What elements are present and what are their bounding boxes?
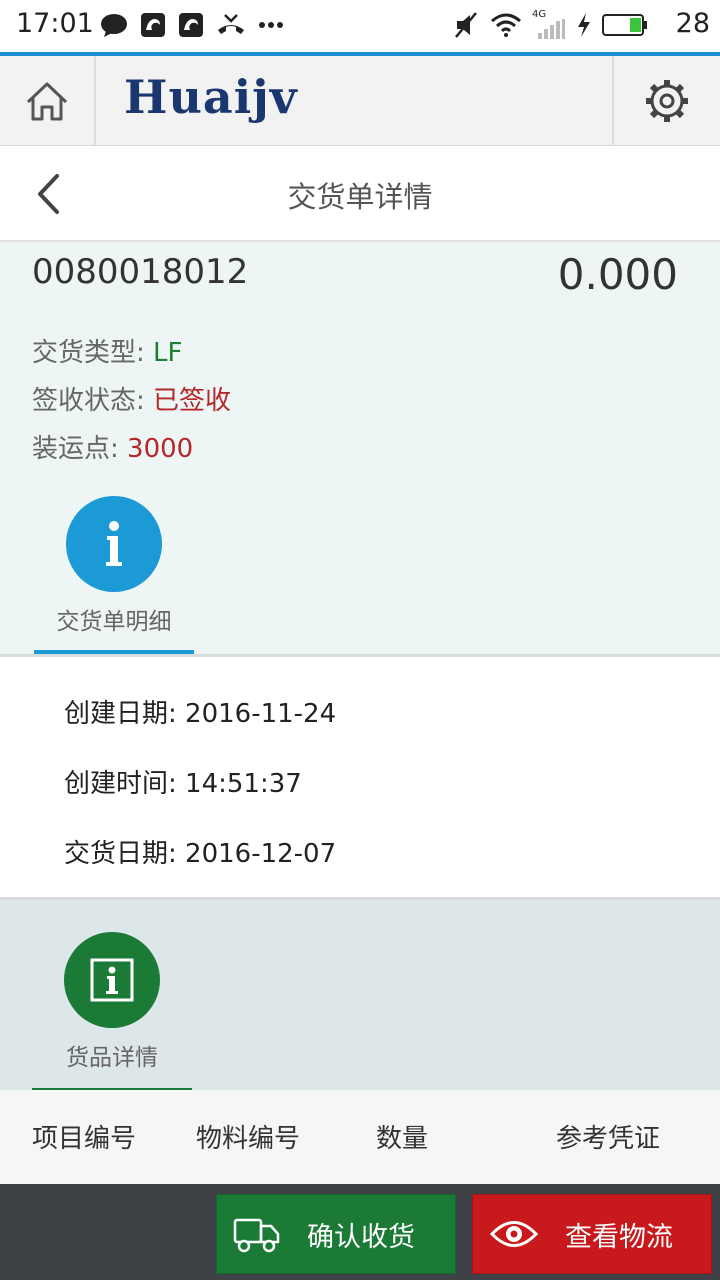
created-date-row: 创建日期: 2016-11-24 bbox=[64, 693, 336, 730]
sign-status-label: 签收状态: bbox=[32, 386, 145, 416]
status-time: 17:01 bbox=[16, 8, 94, 39]
sign-status-row: 签收状态: 已签收 bbox=[32, 380, 231, 417]
tab-goods-detail-circle bbox=[64, 932, 160, 1028]
app-logo: Huaijv bbox=[124, 70, 298, 124]
missed-call-icon bbox=[218, 14, 244, 34]
delivery-type-label: 交货类型: bbox=[32, 338, 145, 368]
created-time-label: 创建时间: bbox=[64, 769, 177, 799]
goods-section: 货品详情 bbox=[0, 900, 720, 1092]
goods-table-header: 项目编号 物料编号 数量 参考凭证 bbox=[0, 1090, 720, 1184]
chat-icon bbox=[101, 14, 127, 37]
action-bar: 确认收货 查看物流 bbox=[0, 1184, 720, 1280]
status-system-icons: 4G bbox=[454, 9, 648, 40]
delivery-number: 0080018012 bbox=[32, 252, 249, 292]
eye-icon bbox=[489, 1221, 539, 1247]
truck-icon bbox=[233, 1218, 280, 1253]
column-header: 数量 bbox=[376, 1124, 429, 1154]
view-logistics-button[interactable]: 查看物流 bbox=[472, 1194, 712, 1274]
delivery-date-row: 交货日期: 2016-12-07 bbox=[64, 833, 336, 870]
more-dots-icon bbox=[259, 22, 283, 28]
battery-percent: 28 bbox=[675, 8, 710, 39]
delivery-date-label: 交货日期: bbox=[64, 839, 177, 869]
signal-icon: 4G bbox=[532, 9, 566, 39]
delivery-type-value: LF bbox=[153, 338, 183, 368]
wifi-icon bbox=[491, 13, 521, 37]
column-header: 参考凭证 bbox=[556, 1124, 661, 1154]
settings-button[interactable] bbox=[612, 56, 720, 146]
shipping-point-row: 装运点: 3000 bbox=[32, 428, 193, 465]
delivery-date-value: 2016-12-07 bbox=[185, 839, 337, 869]
confirm-receipt-label: 确认收货 bbox=[307, 1221, 415, 1253]
app-header: Huaijv bbox=[0, 56, 720, 146]
delivery-type-row: 交货类型: LF bbox=[32, 332, 182, 369]
shipping-point-label: 装运点: bbox=[32, 434, 119, 464]
status-notification-icons bbox=[100, 10, 284, 40]
tab-goods-detail[interactable]: 货品详情 bbox=[32, 932, 192, 1072]
sign-status-value: 已签收 bbox=[153, 386, 232, 416]
created-time-value: 14:51:37 bbox=[185, 769, 302, 799]
info-box-icon bbox=[90, 958, 134, 1002]
title-bar: 交货单详情 bbox=[0, 146, 720, 242]
column-header: 项目编号 bbox=[32, 1124, 137, 1154]
delivery-details: 创建日期: 2016-11-24 创建时间: 14:51:37 交货日期: 20… bbox=[0, 657, 720, 899]
confirm-receipt-button[interactable]: 确认收货 bbox=[216, 1194, 456, 1274]
tab-delivery-detail[interactable]: 交货单明细 bbox=[34, 496, 194, 636]
delivery-amount: 0.000 bbox=[557, 250, 678, 299]
info-icon bbox=[106, 521, 122, 566]
uc-browser-icon bbox=[141, 13, 165, 37]
shipping-point-value: 3000 bbox=[127, 434, 194, 464]
tab-delivery-detail-circle bbox=[66, 496, 162, 592]
delivery-summary: 0080018012 0.000 交货类型: LF 签收状态: 已签收 装运点:… bbox=[0, 242, 720, 654]
home-button[interactable] bbox=[0, 56, 96, 146]
home-icon bbox=[26, 82, 68, 121]
created-time-row: 创建时间: 14:51:37 bbox=[64, 763, 302, 800]
created-date-value: 2016-11-24 bbox=[185, 699, 337, 729]
status-bar: 17:01 4G 28 bbox=[0, 0, 720, 52]
gear-icon bbox=[646, 80, 688, 122]
view-logistics-label: 查看物流 bbox=[565, 1221, 673, 1253]
tab-goods-detail-label: 货品详情 bbox=[66, 1045, 158, 1071]
charging-icon bbox=[578, 13, 590, 37]
column-header: 物料编号 bbox=[196, 1124, 301, 1154]
created-date-label: 创建日期: bbox=[64, 699, 177, 729]
battery-icon bbox=[602, 14, 647, 36]
page-title: 交货单详情 bbox=[287, 180, 433, 214]
mute-icon bbox=[455, 12, 477, 38]
tab-delivery-detail-label: 交货单明细 bbox=[56, 609, 172, 635]
uc-browser-icon bbox=[179, 13, 203, 37]
